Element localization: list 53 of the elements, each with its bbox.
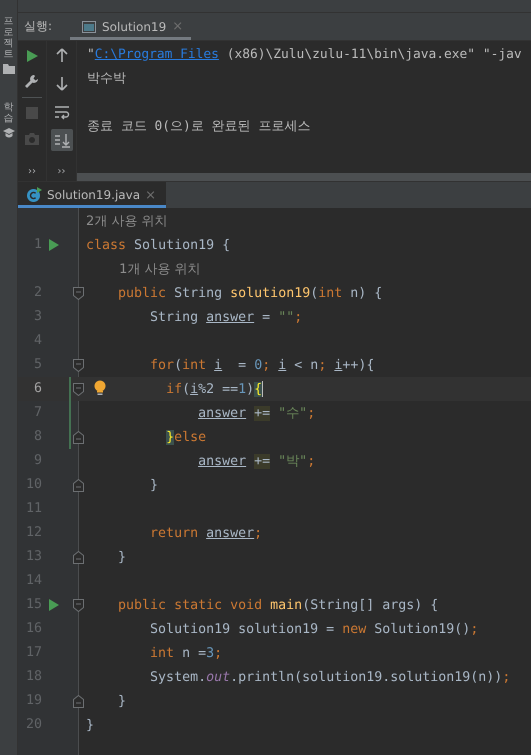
- usage-hint[interactable]: 1개 사용 위치: [119, 260, 201, 278]
- fold-icon[interactable]: [73, 551, 84, 564]
- change-marker[interactable]: [69, 425, 71, 449]
- code-line: for(int i = 0; i < n; i++){: [149, 358, 374, 372]
- code-line: }else: [165, 430, 206, 444]
- fold-icon[interactable]: [73, 479, 84, 492]
- code-line: Solution19 solution19 = new Solution19();: [149, 622, 478, 636]
- code-line: System.out.println(solution19.solution19(n));: [149, 670, 510, 684]
- code-line: answer += "수";: [197, 404, 316, 422]
- fold-icon[interactable]: [73, 287, 84, 300]
- fold-icon[interactable]: [73, 383, 84, 396]
- change-marker[interactable]: [69, 401, 71, 425]
- code-line: if(i%2 ==1){: [165, 381, 264, 397]
- class-file-icon: [26, 187, 42, 203]
- code-line: int n =3;: [149, 646, 222, 660]
- editor-tab[interactable]: Solution19.java ×: [18, 182, 166, 208]
- console-line: 종료 코드 0(으)로 완료된 프로세스: [87, 118, 312, 136]
- more-icon[interactable]: ››: [58, 166, 66, 181]
- change-marker[interactable]: [69, 377, 71, 401]
- fold-icon[interactable]: [73, 359, 84, 372]
- folder-icon: [2, 64, 14, 74]
- code-line: }: [86, 718, 94, 732]
- run-tab[interactable]: Solution19 ×: [70, 13, 192, 40]
- code-line: class Solution19 {: [86, 238, 230, 252]
- run-icon[interactable]: [48, 238, 60, 252]
- graduation-cap-icon: [2, 128, 14, 138]
- scrollbar-thumb[interactable]: [77, 173, 531, 181]
- code-line: }: [149, 478, 158, 492]
- fold-icon[interactable]: [73, 599, 84, 612]
- lightbulb-icon[interactable]: [94, 380, 106, 396]
- code-line: public static void main(String[] args) {: [117, 598, 438, 612]
- run-label: 실행:: [23, 18, 54, 35]
- code-line: }: [117, 550, 126, 564]
- wrench-icon[interactable]: [24, 74, 40, 90]
- code-line: String answer = "";: [149, 310, 302, 324]
- console-line: "C:\Program Files (x86)\Zulu\zulu-11\bin\java.exe" "-jav: [87, 46, 523, 64]
- side-tab[interactable]: 프로젝트: [4, 16, 14, 60]
- usage-hint[interactable]: 2개 사용 위치: [86, 212, 168, 230]
- code-line: answer += "박";: [197, 452, 316, 470]
- console-icon: [82, 20, 96, 32]
- console-line: 박수박: [87, 70, 127, 88]
- run-icon[interactable]: [24, 48, 40, 64]
- fold-icon[interactable]: [73, 431, 84, 444]
- fold-icon[interactable]: [73, 695, 84, 708]
- more-icon[interactable]: ››: [28, 166, 36, 181]
- code-line: public String solution19(int n) {: [117, 286, 382, 300]
- code-line: return answer;: [149, 526, 262, 540]
- code-line: }: [117, 694, 126, 708]
- close-icon[interactable]: ×: [145, 188, 156, 202]
- run-icon[interactable]: [48, 598, 60, 612]
- scroll-to-end-icon[interactable]: [50, 129, 72, 151]
- line-number: 6: [34, 381, 42, 397]
- side-tab[interactable]: 학습: [4, 102, 14, 124]
